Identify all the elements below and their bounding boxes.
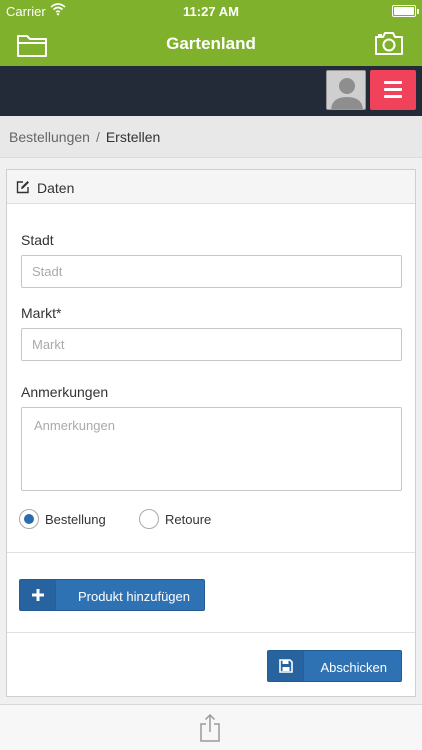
menu-button[interactable] [370,70,416,110]
app-nav-bar: Gartenland [0,22,422,66]
edit-icon [16,181,29,194]
add-product-label: Produkt hinzufügen [77,589,190,604]
stadt-label: Stadt [21,232,54,248]
bottom-toolbar [0,704,422,750]
app-title: Gartenland [166,34,256,53]
anmerkungen-textarea[interactable] [21,407,402,491]
form-panel: Daten Stadt Markt* Anmerkungen Bestellun… [6,169,416,697]
battery-fill [394,7,414,15]
radio-retoure-label[interactable]: Retoure [165,512,211,527]
hamburger-icon [384,81,402,84]
breadcrumb-separator: / [95,129,100,145]
avatar[interactable] [326,70,366,110]
anmerkungen-label: Anmerkungen [21,384,109,400]
markt-label: Markt* [21,305,62,321]
hamburger-icon-bar [384,88,402,91]
radio-retoure[interactable] [139,509,159,529]
panel-heading: Daten [7,170,415,204]
breadcrumb: Bestellungen / Erstellen [0,116,422,158]
divider [7,552,415,553]
camera-icon[interactable] [374,30,404,56]
radio-bestellung-label[interactable]: Bestellung [45,512,106,527]
hamburger-icon-bar [384,95,402,98]
panel-title: Daten [37,180,75,196]
status-time: 11:27 AM [183,4,239,19]
plus-icon [32,589,44,601]
stadt-input[interactable] [21,255,402,288]
add-product-button[interactable]: Produkt hinzufügen [19,579,205,611]
avatar-placeholder-icon [327,71,365,109]
radio-bestellung[interactable] [19,509,39,529]
submit-button[interactable]: Abschicken [267,650,402,682]
battery-icon [392,5,419,17]
divider [7,632,415,633]
markt-input[interactable] [21,328,402,361]
share-icon[interactable] [199,713,221,743]
submit-label: Abschicken [320,660,387,675]
app-header [0,66,422,116]
add-product-icon-wrap [20,580,56,610]
submit-icon-wrap [268,651,304,681]
floppy-disk-icon [279,659,293,673]
breadcrumb-link-bestellungen[interactable]: Bestellungen [9,129,90,145]
breadcrumb-current: Erstellen [105,129,161,145]
status-bar: Carrier 11:27 AM [0,0,422,22]
